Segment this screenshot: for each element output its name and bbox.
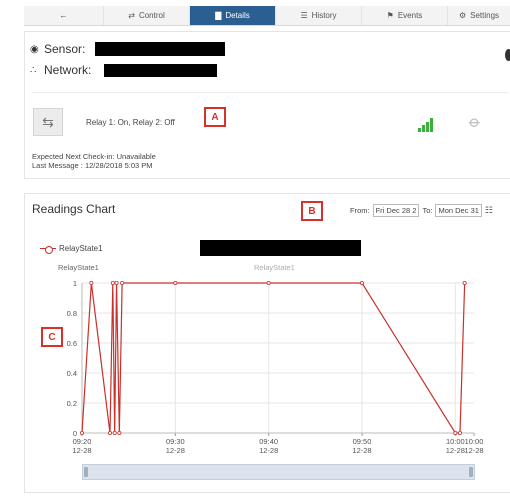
data-point [117, 430, 122, 435]
y-tick-label: 0.6 [67, 339, 77, 348]
data-point [453, 430, 458, 435]
y-tick-label: 0.8 [67, 309, 77, 318]
data-point [457, 430, 462, 435]
x-tick-time: 09:50 [353, 437, 372, 446]
data-point [80, 430, 85, 435]
x-tick-date: 12-28 [166, 446, 185, 455]
y-tick-label: 0.2 [67, 399, 77, 408]
data-point [359, 280, 364, 285]
data-point [110, 280, 115, 285]
x-tick-date: 12-28 [446, 446, 465, 455]
x-tick-time: 10:00 [446, 437, 465, 446]
y-tick-label: 0.4 [67, 369, 77, 378]
chart-scroll-track[interactable] [82, 464, 475, 480]
data-point [120, 280, 125, 285]
data-point [89, 280, 94, 285]
scroll-handle-left[interactable] [84, 467, 88, 477]
x-tick-time: 09:40 [259, 437, 278, 446]
data-point [112, 430, 117, 435]
data-point [266, 280, 271, 285]
data-point [114, 280, 119, 285]
x-tick-date: 12-28 [259, 446, 278, 455]
x-tick-date: 12-28 [464, 446, 483, 455]
data-point [108, 430, 113, 435]
x-tick-date: 12-28 [352, 446, 371, 455]
x-tick-time: 09:20 [73, 437, 92, 446]
readings-chart: 10.80.60.40.2009:2012-2809:3012-2809:401… [67, 279, 484, 455]
x-tick-time: 09:30 [166, 437, 185, 446]
y-tick-label: 1 [73, 279, 77, 288]
series-line [81, 282, 466, 434]
x-tick-date: 12-28 [72, 446, 91, 455]
data-point [173, 280, 178, 285]
scroll-handle-right[interactable] [469, 467, 473, 477]
data-point [462, 280, 467, 285]
x-tick-time: 10:00 [465, 437, 484, 446]
